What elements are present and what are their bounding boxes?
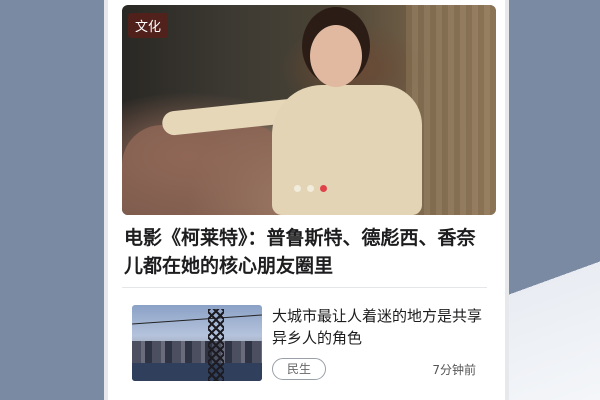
- news-title[interactable]: 大城市最让人着迷的地方是共享异乡人的角色: [272, 305, 482, 349]
- thumbnail-image[interactable]: [132, 305, 262, 381]
- list-item[interactable]: 大城市最让人着迷的地方是共享异乡人的角色 民生 7分钟前: [132, 305, 482, 385]
- figure-head-shape: [310, 25, 362, 87]
- featured-image[interactable]: 文化: [122, 5, 496, 215]
- power-line-shape: [132, 314, 262, 325]
- skyline-shape: [132, 341, 262, 363]
- carousel-dot-active[interactable]: [320, 185, 327, 192]
- carousel-indicator[interactable]: [294, 185, 327, 192]
- category-tag[interactable]: 文化: [128, 13, 169, 38]
- phone-screen: 文化 电影《柯莱特》：普鲁斯特、德彪西、香奈儿都在她的核心朋友圈里 大城市最让人…: [104, 0, 509, 400]
- news-tag[interactable]: 民生: [272, 358, 327, 380]
- water-shape: [132, 363, 262, 381]
- carousel-dot[interactable]: [307, 185, 314, 192]
- divider: [122, 287, 487, 288]
- carousel-dot[interactable]: [294, 185, 301, 192]
- figure-dress-shape: [272, 85, 422, 215]
- news-time: 7分钟前: [432, 363, 476, 377]
- featured-headline[interactable]: 电影《柯莱特》：普鲁斯特、德彪西、香奈儿都在她的核心朋友圈里: [124, 224, 494, 280]
- pylon-shape: [208, 309, 224, 381]
- sofa-shape: [122, 125, 282, 215]
